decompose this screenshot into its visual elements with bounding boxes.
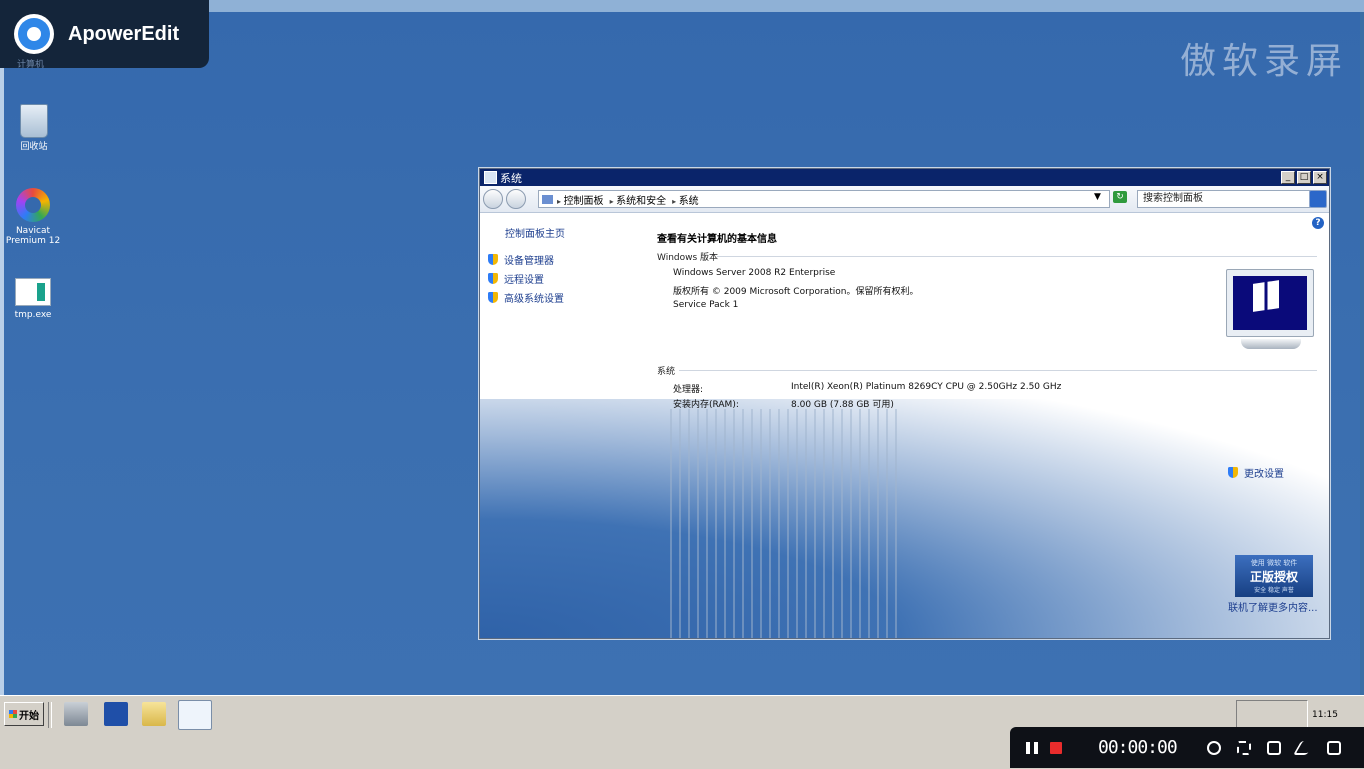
search-input[interactable]: 搜索控制面板 (1137, 190, 1314, 208)
page-title: 查看有关计算机的基本信息 (657, 234, 777, 245)
collapse-icon[interactable] (1236, 740, 1251, 755)
desktop-icon-recycle-bin[interactable]: 回收站 (4, 104, 64, 152)
apoweredit-logo-icon (14, 14, 54, 54)
genuine-software-badge[interactable]: 使用 微软 软件 正版授权 安全 稳定 声誉 (1235, 555, 1313, 597)
breadcrumb[interactable]: 控制面板 系统和安全 系统 (538, 190, 1110, 208)
device-manager-link[interactable]: 设备管理器 (488, 252, 554, 267)
recorder-toolbar: 00:00:00 (1010, 727, 1364, 768)
ram-label: 安装内存(RAM): (673, 400, 739, 410)
breadcrumb-system-security[interactable]: 系统和安全 (610, 192, 666, 207)
advanced-system-settings-link[interactable]: 高级系统设置 (488, 290, 564, 305)
recording-timer: 00:00:00 (1098, 737, 1178, 758)
window-titlebar[interactable]: 系统 _ □ × (480, 169, 1329, 186)
server-manager-icon[interactable] (64, 702, 88, 726)
search-icon[interactable] (1309, 190, 1327, 208)
windows-flag-icon (9, 710, 17, 718)
navicat-icon (16, 188, 50, 222)
system-window: 系统 _ □ × 控制面板 系统和安全 系统 ▼ ↻ 搜索控制面板 ? 控制面板… (479, 168, 1330, 639)
stop-record-icon[interactable] (1050, 741, 1062, 754)
copyright-text: 版权所有 © 2009 Microsoft Corporation。保留所有权利… (673, 287, 919, 297)
pause-icon[interactable] (1026, 741, 1038, 754)
breadcrumb-control-panel[interactable]: 控制面板 (557, 192, 604, 207)
desktop-icon-label-computer: 计算机 (17, 60, 45, 70)
exe-file-icon (15, 278, 51, 306)
shield-icon (488, 254, 498, 265)
windows-logo-monitor-icon (1226, 269, 1316, 357)
forward-button[interactable] (506, 189, 526, 209)
control-panel-home-link[interactable]: 控制面板主页 (505, 225, 565, 240)
explorer-folder-icon[interactable] (142, 702, 166, 726)
zoom-icon[interactable] (1206, 740, 1221, 755)
windows-edition-section: Windows 版本 (657, 250, 1317, 263)
desktop-icon-label: 回收站 (20, 142, 48, 152)
section-title: 系统 (657, 367, 676, 377)
address-bar: 控制面板 系统和安全 系统 ▼ ↻ 搜索控制面板 (480, 186, 1329, 213)
recorder-watermark: 傲软录屏 (1179, 41, 1348, 82)
change-settings-link[interactable]: 更改设置 (1228, 465, 1284, 480)
windows-edition-value: Windows Server 2008 R2 Enterprise (673, 268, 836, 278)
system-window-icon (484, 171, 497, 184)
processor-label: 处理器: (673, 385, 704, 395)
shield-icon (488, 292, 498, 303)
section-title: Windows 版本 (657, 253, 719, 263)
control-panel-icon (542, 194, 553, 204)
desktop-icon-label: tmp.exe (14, 310, 52, 320)
start-button[interactable]: 开始 (4, 702, 44, 726)
render-artifact-fade (480, 399, 1329, 638)
close-button[interactable]: × (1313, 171, 1327, 184)
desktop-icon-navicat[interactable]: Navicat Premium 12 (3, 188, 63, 246)
system-section: 系统 (657, 364, 1317, 377)
window-mode-icon[interactable] (1326, 740, 1341, 755)
powershell-icon[interactable] (104, 702, 128, 726)
back-button[interactable] (483, 189, 503, 209)
refresh-icon[interactable]: ↻ (1113, 191, 1127, 203)
shield-icon (1228, 467, 1238, 478)
learn-more-link[interactable]: 联机了解更多内容... (1228, 599, 1318, 614)
apoweredit-badge: ApowerEdit 计算机 (0, 0, 209, 70)
window-title: 系统 (500, 171, 522, 185)
camera-icon[interactable] (1266, 740, 1281, 755)
desktop-icon-tmp-exe[interactable]: tmp.exe (3, 278, 63, 320)
render-artifact-streaks (670, 409, 900, 638)
service-pack-text: Service Pack 1 (673, 300, 739, 310)
taskbar-system-window-button[interactable] (178, 700, 212, 730)
pen-icon[interactable] (1292, 740, 1315, 755)
processor-value: Intel(R) Xeon(R) Platinum 8269CY CPU @ 2… (791, 382, 1062, 392)
apoweredit-name: ApowerEdit (68, 22, 180, 45)
minimize-button[interactable]: _ (1281, 171, 1295, 184)
tray-clock[interactable]: 11:15 (1312, 710, 1338, 720)
ram-value: 8.00 GB (7.88 GB 可用) (791, 400, 894, 410)
help-icon[interactable]: ? (1312, 217, 1324, 229)
remote-settings-link[interactable]: 远程设置 (488, 271, 544, 286)
chevron-down-icon[interactable]: ▼ (1094, 192, 1101, 202)
maximize-button[interactable]: □ (1297, 171, 1311, 184)
shield-icon (488, 273, 498, 284)
recycle-bin-icon (20, 104, 48, 138)
breadcrumb-system[interactable]: 系统 (672, 192, 699, 207)
desktop-icon-label: Navicat Premium 12 (5, 226, 61, 246)
